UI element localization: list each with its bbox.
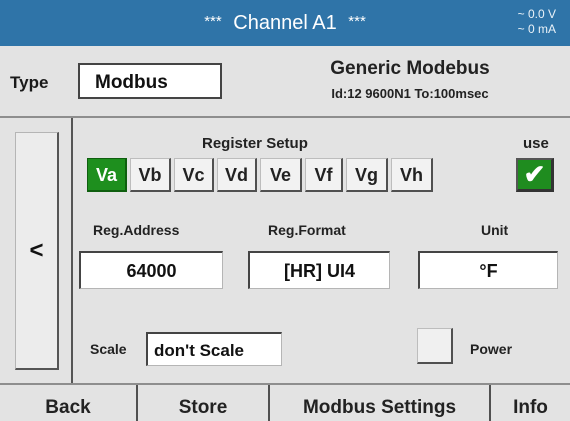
info-button[interactable]: Info bbox=[491, 385, 570, 421]
register-setup-panel: < Register Setup use Va Vb Vc Vd Ve Vf V… bbox=[0, 118, 570, 383]
reg-address-field[interactable]: 64000 bbox=[79, 251, 223, 289]
unit-label: Unit bbox=[481, 222, 509, 238]
value-button-ve[interactable]: Ve bbox=[260, 158, 302, 192]
unit-field[interactable]: °F bbox=[418, 251, 558, 289]
power-checkbox[interactable] bbox=[417, 328, 453, 364]
reg-format-label: Reg.Format bbox=[268, 222, 346, 238]
device-name: Generic Modebus bbox=[330, 58, 490, 79]
type-label: Type bbox=[10, 73, 49, 92]
scale-label: Scale bbox=[90, 341, 127, 357]
reg-format-field[interactable]: [HR] UI4 bbox=[248, 251, 390, 289]
modbus-settings-button[interactable]: Modbus Settings bbox=[270, 385, 491, 421]
voltage-readout: ~ 0.0 V bbox=[517, 7, 556, 21]
value-button-vg[interactable]: Vg bbox=[346, 158, 388, 192]
value-button-va[interactable]: Va bbox=[87, 158, 127, 192]
type-panel: Type Modbus Generic Modebus Id:12 9600N1… bbox=[0, 46, 570, 118]
value-button-vd[interactable]: Vd bbox=[217, 158, 257, 192]
back-button[interactable]: Back bbox=[0, 385, 138, 421]
title-stars-right: *** bbox=[348, 13, 366, 30]
power-label: Power bbox=[470, 341, 513, 357]
type-select[interactable]: Modbus bbox=[78, 63, 222, 99]
channel-title: Channel A1 bbox=[233, 12, 337, 34]
left-divider bbox=[71, 118, 73, 383]
live-readout: ~ 0.0 V ~ 0 mA bbox=[518, 7, 556, 37]
reg-address-label: Reg.Address bbox=[93, 222, 180, 238]
previous-page-button[interactable]: < bbox=[15, 132, 59, 370]
value-button-vf[interactable]: Vf bbox=[305, 158, 343, 192]
scale-select[interactable]: don't Scale bbox=[146, 332, 282, 366]
use-checkbox[interactable]: ✔ bbox=[516, 158, 554, 192]
current-readout: ~ 0 mA bbox=[517, 22, 556, 36]
title-bar: *** Channel A1 *** ~ 0.0 V ~ 0 mA bbox=[0, 0, 570, 46]
register-setup-title: Register Setup bbox=[202, 135, 308, 152]
bottom-toolbar: Back Store Modbus Settings Info bbox=[0, 383, 570, 421]
use-label: use bbox=[523, 135, 549, 152]
value-button-vb[interactable]: Vb bbox=[130, 158, 171, 192]
device-info: Id:12 9600N1 To:100msec bbox=[331, 86, 489, 101]
window-title: *** Channel A1 *** bbox=[0, 12, 570, 35]
title-stars-left: *** bbox=[204, 13, 222, 30]
store-button[interactable]: Store bbox=[138, 385, 270, 421]
value-button-vh[interactable]: Vh bbox=[391, 158, 433, 192]
value-button-vc[interactable]: Vc bbox=[174, 158, 214, 192]
